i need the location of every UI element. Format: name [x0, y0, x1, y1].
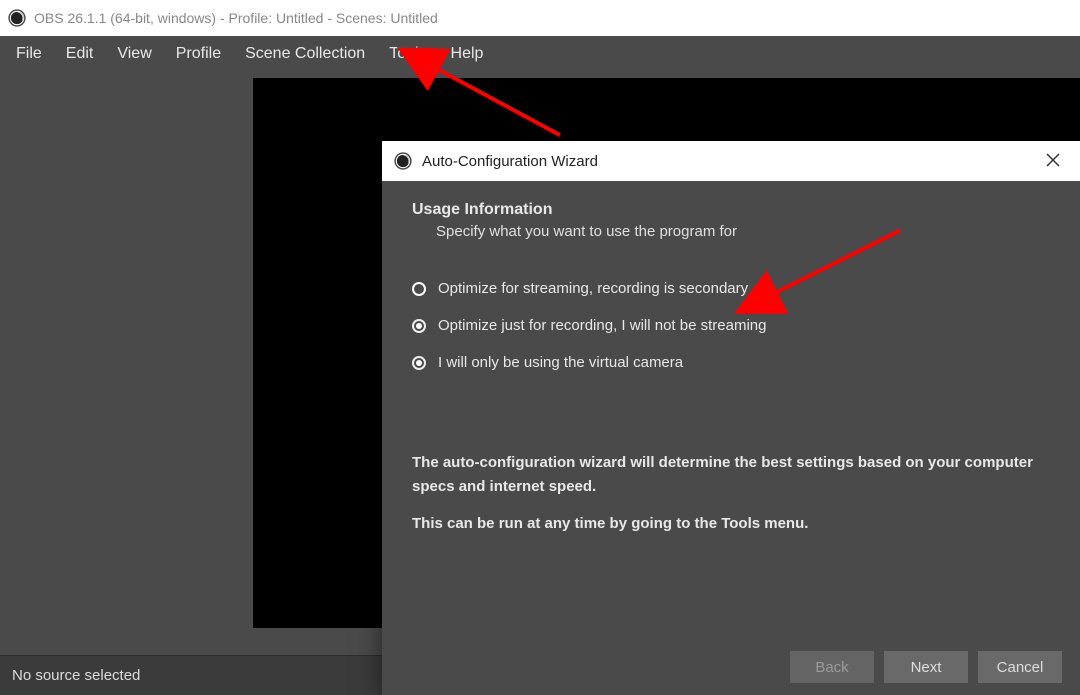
close-icon[interactable]	[1038, 147, 1068, 176]
menu-tools[interactable]: Tools	[377, 39, 438, 69]
auto-config-wizard-dialog: Auto-Configuration Wizard Usage Informat…	[382, 141, 1080, 695]
radio-icon	[412, 356, 426, 370]
menu-edit[interactable]: Edit	[54, 39, 106, 69]
wizard-titlebar: Auto-Configuration Wizard	[382, 141, 1080, 181]
wizard-heading: Usage Information	[412, 201, 1050, 219]
option-virtual-camera[interactable]: I will only be using the virtual camera	[412, 354, 1050, 371]
option-label: Optimize for streaming, recording is sec…	[438, 280, 748, 297]
option-recording[interactable]: Optimize just for recording, I will not …	[412, 317, 1050, 334]
obs-logo-icon	[8, 9, 26, 27]
option-streaming[interactable]: Optimize for streaming, recording is sec…	[412, 280, 1050, 297]
wizard-subheading: Specify what you want to use the program…	[436, 223, 1050, 240]
menu-view[interactable]: View	[105, 39, 163, 69]
option-label: I will only be using the virtual camera	[438, 354, 683, 371]
menu-file[interactable]: File	[4, 39, 54, 69]
window-titlebar: OBS 26.1.1 (64-bit, windows) - Profile: …	[0, 0, 1080, 36]
status-text: No source selected	[12, 667, 140, 684]
wizard-title: Auto-Configuration Wizard	[422, 153, 1028, 170]
menu-scene-collection[interactable]: Scene Collection	[233, 39, 377, 69]
radio-icon	[412, 319, 426, 333]
obs-logo-icon	[394, 152, 412, 170]
wizard-description-1: The auto-configuration wizard will deter…	[412, 451, 1050, 499]
window-title: OBS 26.1.1 (64-bit, windows) - Profile: …	[34, 10, 438, 26]
radio-icon	[412, 282, 426, 296]
wizard-body: Usage Information Specify what you want …	[382, 181, 1080, 639]
next-button[interactable]: Next	[884, 651, 968, 683]
cancel-button[interactable]: Cancel	[978, 651, 1062, 683]
wizard-description-2: This can be run at any time by going to …	[412, 515, 1050, 532]
menu-profile[interactable]: Profile	[164, 39, 233, 69]
wizard-footer: Back Next Cancel	[382, 639, 1080, 695]
option-label: Optimize just for recording, I will not …	[438, 317, 766, 334]
menubar: File Edit View Profile Scene Collection …	[0, 36, 1080, 72]
menu-help[interactable]: Help	[439, 39, 496, 69]
back-button: Back	[790, 651, 874, 683]
